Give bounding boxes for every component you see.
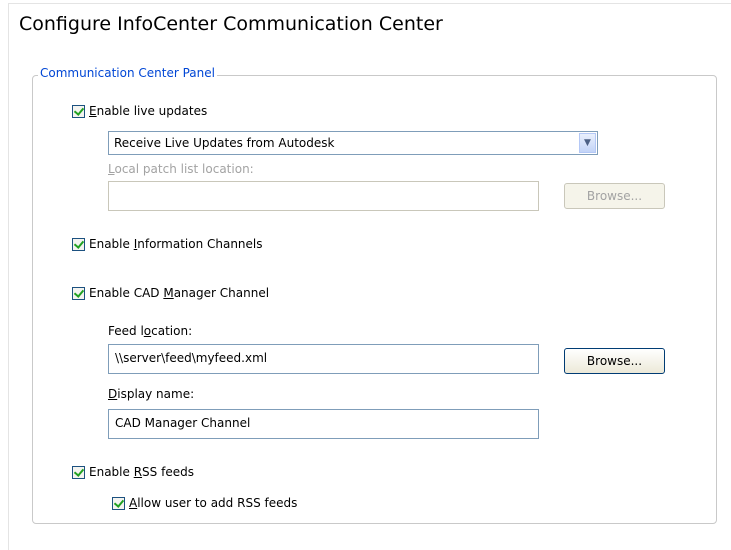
feed-location-value: \\server\feed\myfeed.xml — [115, 351, 268, 365]
checkmark-icon[interactable] — [112, 496, 125, 510]
enable-rss-feeds-checkbox[interactable]: Enable RSS feeds — [72, 465, 194, 479]
local-patch-list-input[interactable] — [108, 181, 539, 211]
page-title: Configure InfoCenter Communication Cente… — [19, 13, 443, 35]
display-name-value: CAD Manager Channel — [115, 416, 251, 430]
panel-legend: Communication Center Panel — [38, 66, 217, 80]
checkmark-icon[interactable] — [72, 237, 85, 251]
browse-local-patch-button[interactable]: Browse... — [564, 183, 665, 209]
live-updates-source-select[interactable]: Receive Live Updates from Autodesk ▼ — [108, 131, 598, 155]
enable-information-channels-label: Enable Information Channels — [89, 237, 263, 251]
display-name-input[interactable]: CAD Manager Channel — [108, 409, 539, 439]
checkmark-icon[interactable] — [72, 465, 85, 479]
chevron-down-icon[interactable]: ▼ — [579, 133, 596, 153]
enable-information-channels-checkbox[interactable]: Enable Information Channels — [72, 237, 263, 251]
display-name-label: Display name: — [108, 387, 195, 401]
allow-user-rss-label: Allow user to add RSS feeds — [129, 496, 298, 510]
window-border-left — [8, 3, 9, 550]
allow-user-rss-checkbox[interactable]: Allow user to add RSS feeds — [112, 496, 297, 510]
enable-cad-manager-channel-checkbox[interactable]: Enable CAD Manager Channel — [72, 286, 269, 300]
enable-live-updates-checkbox[interactable]: Enable live updates — [72, 104, 207, 118]
window-border-top — [8, 3, 731, 4]
feed-location-input[interactable]: \\server\feed\myfeed.xml — [108, 344, 539, 374]
live-updates-source-value: Receive Live Updates from Autodesk — [114, 136, 335, 150]
enable-cad-manager-channel-label: Enable CAD Manager Channel — [89, 286, 270, 300]
browse-feed-button[interactable]: Browse... — [564, 348, 665, 374]
enable-live-updates-label: Enable live updates — [89, 104, 208, 118]
enable-rss-feeds-label: Enable RSS feeds — [89, 465, 194, 479]
feed-location-label: Feed location: — [108, 324, 193, 338]
local-patch-list-label: Local patch list location: — [108, 162, 254, 176]
checkmark-icon[interactable] — [72, 104, 85, 118]
checkmark-icon[interactable] — [72, 286, 85, 300]
